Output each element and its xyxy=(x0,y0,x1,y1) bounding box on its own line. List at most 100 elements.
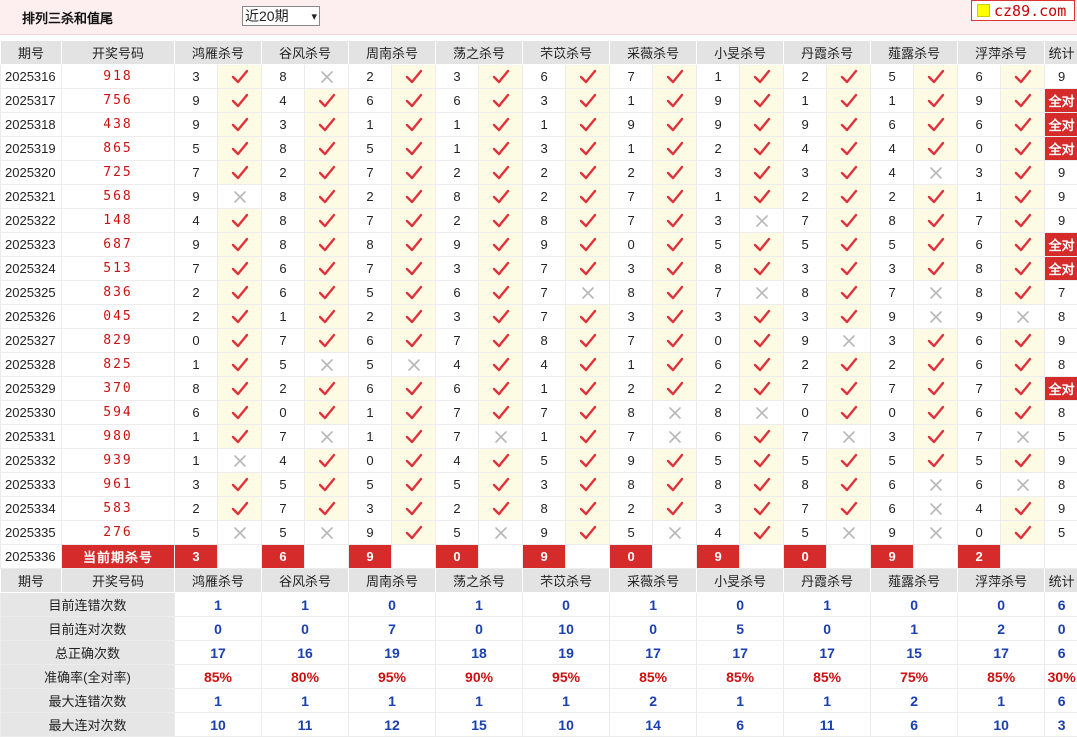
period-select[interactable]: 近20期 ▾ xyxy=(242,6,320,26)
summary-label: 目前连对次数 xyxy=(1,617,175,641)
summary-value: 1 xyxy=(436,689,523,713)
summary-value: 2 xyxy=(871,689,958,713)
summary-value: 0 xyxy=(784,617,871,641)
check-icon xyxy=(305,305,349,329)
summary-row: 目前连对次数007010050120 xyxy=(1,617,1077,641)
check-icon xyxy=(566,401,610,425)
check-icon xyxy=(653,89,697,113)
summary-label: 准确率(全对率) xyxy=(1,665,175,689)
empty-cell xyxy=(479,545,523,569)
issue-number: 2025331 xyxy=(1,425,62,449)
column-header-draw: 开奖号码 xyxy=(62,41,175,65)
check-icon xyxy=(479,377,523,401)
kill-number: 6 xyxy=(871,113,914,137)
summary-stat: 6 xyxy=(1045,641,1077,665)
kill-number: 7 xyxy=(871,281,914,305)
kill-number: 2 xyxy=(436,161,479,185)
row-stat: 9 xyxy=(1045,329,1077,353)
current-period-row: 2025336当前期杀号3690909092 xyxy=(1,545,1077,569)
kill-number: 7 xyxy=(349,209,392,233)
table-row: 202533293914045955559 xyxy=(1,449,1077,473)
current-kill-number: 0 xyxy=(436,545,479,569)
kill-number: 7 xyxy=(958,209,1001,233)
column-header-expert: 丹霞杀号 xyxy=(784,41,871,65)
kill-number: 5 xyxy=(262,521,305,545)
cross-icon xyxy=(305,425,349,449)
check-icon xyxy=(305,473,349,497)
column-header-expert: 小旻杀号 xyxy=(697,569,784,593)
kill-number: 9 xyxy=(523,233,566,257)
summary-value: 1 xyxy=(958,689,1045,713)
cross-icon xyxy=(1001,425,1045,449)
kill-number: 8 xyxy=(523,209,566,233)
kill-number: 7 xyxy=(784,425,827,449)
issue-number: 2025318 xyxy=(1,113,62,137)
table-row: 202533059460177880068 xyxy=(1,401,1077,425)
kill-number: 4 xyxy=(958,497,1001,521)
summary-value: 2 xyxy=(958,617,1045,641)
kill-number: 4 xyxy=(436,353,479,377)
check-icon xyxy=(914,113,958,137)
summary-value: 16 xyxy=(262,641,349,665)
draw-number: 725 xyxy=(62,161,175,185)
column-header-draw: 开奖号码 xyxy=(62,569,175,593)
empty-cell xyxy=(914,545,958,569)
check-icon xyxy=(653,305,697,329)
kill-number: 7 xyxy=(610,209,653,233)
summary-label: 最大连对次数 xyxy=(1,713,175,737)
kill-number: 3 xyxy=(436,257,479,281)
summary-value: 2 xyxy=(610,689,697,713)
summary-value: 10 xyxy=(523,617,610,641)
kill-number: 5 xyxy=(784,233,827,257)
cross-icon xyxy=(566,281,610,305)
check-icon xyxy=(218,257,262,281)
kill-number: 1 xyxy=(175,449,218,473)
header-row: 期号开奖号码鸿雁杀号谷风杀号周南杀号荡之杀号芣苡杀号采薇杀号小旻杀号丹霞杀号薤露… xyxy=(1,569,1077,593)
summary-value: 0 xyxy=(175,617,262,641)
kill-number: 2 xyxy=(784,185,827,209)
summary-value: 85% xyxy=(175,665,262,689)
check-icon xyxy=(827,449,871,473)
kill-number: 8 xyxy=(958,257,1001,281)
current-kill-number: 9 xyxy=(523,545,566,569)
site-logo[interactable]: cz89.com xyxy=(971,0,1075,21)
check-icon xyxy=(479,401,523,425)
draw-number: 276 xyxy=(62,521,175,545)
kill-number: 1 xyxy=(523,113,566,137)
summary-value: 0 xyxy=(958,593,1045,617)
kill-number: 9 xyxy=(436,233,479,257)
kill-number: 3 xyxy=(436,65,479,89)
check-icon xyxy=(566,473,610,497)
check-icon xyxy=(305,209,349,233)
kill-number: 3 xyxy=(523,89,566,113)
current-issue: 2025336 xyxy=(1,545,62,569)
summary-value: 1 xyxy=(349,689,436,713)
check-icon xyxy=(740,377,784,401)
check-icon xyxy=(914,425,958,449)
summary-value: 1 xyxy=(175,593,262,617)
column-header-expert: 鸿雁杀号 xyxy=(175,41,262,65)
column-header-expert: 荡之杀号 xyxy=(436,41,523,65)
kill-number: 5 xyxy=(871,233,914,257)
issue-number: 2025332 xyxy=(1,449,62,473)
kill-number: 2 xyxy=(262,377,305,401)
kill-number: 6 xyxy=(436,89,479,113)
table-row: 202532882515544162268 xyxy=(1,353,1077,377)
draw-number: 918 xyxy=(62,65,175,89)
check-icon xyxy=(305,233,349,257)
check-icon xyxy=(914,449,958,473)
check-icon xyxy=(914,185,958,209)
check-icon xyxy=(305,329,349,353)
row-stat: 5 xyxy=(1045,425,1077,449)
column-header-expert: 采薇杀号 xyxy=(610,41,697,65)
summary-value: 85% xyxy=(958,665,1045,689)
check-icon xyxy=(218,137,262,161)
summary-stat: 0 xyxy=(1045,617,1077,641)
cross-icon xyxy=(1001,473,1045,497)
check-icon xyxy=(218,89,262,113)
kill-number: 6 xyxy=(175,401,218,425)
check-icon xyxy=(566,137,610,161)
check-icon xyxy=(653,377,697,401)
summary-row: 目前连错次数11010101006 xyxy=(1,593,1077,617)
kill-number: 9 xyxy=(175,185,218,209)
